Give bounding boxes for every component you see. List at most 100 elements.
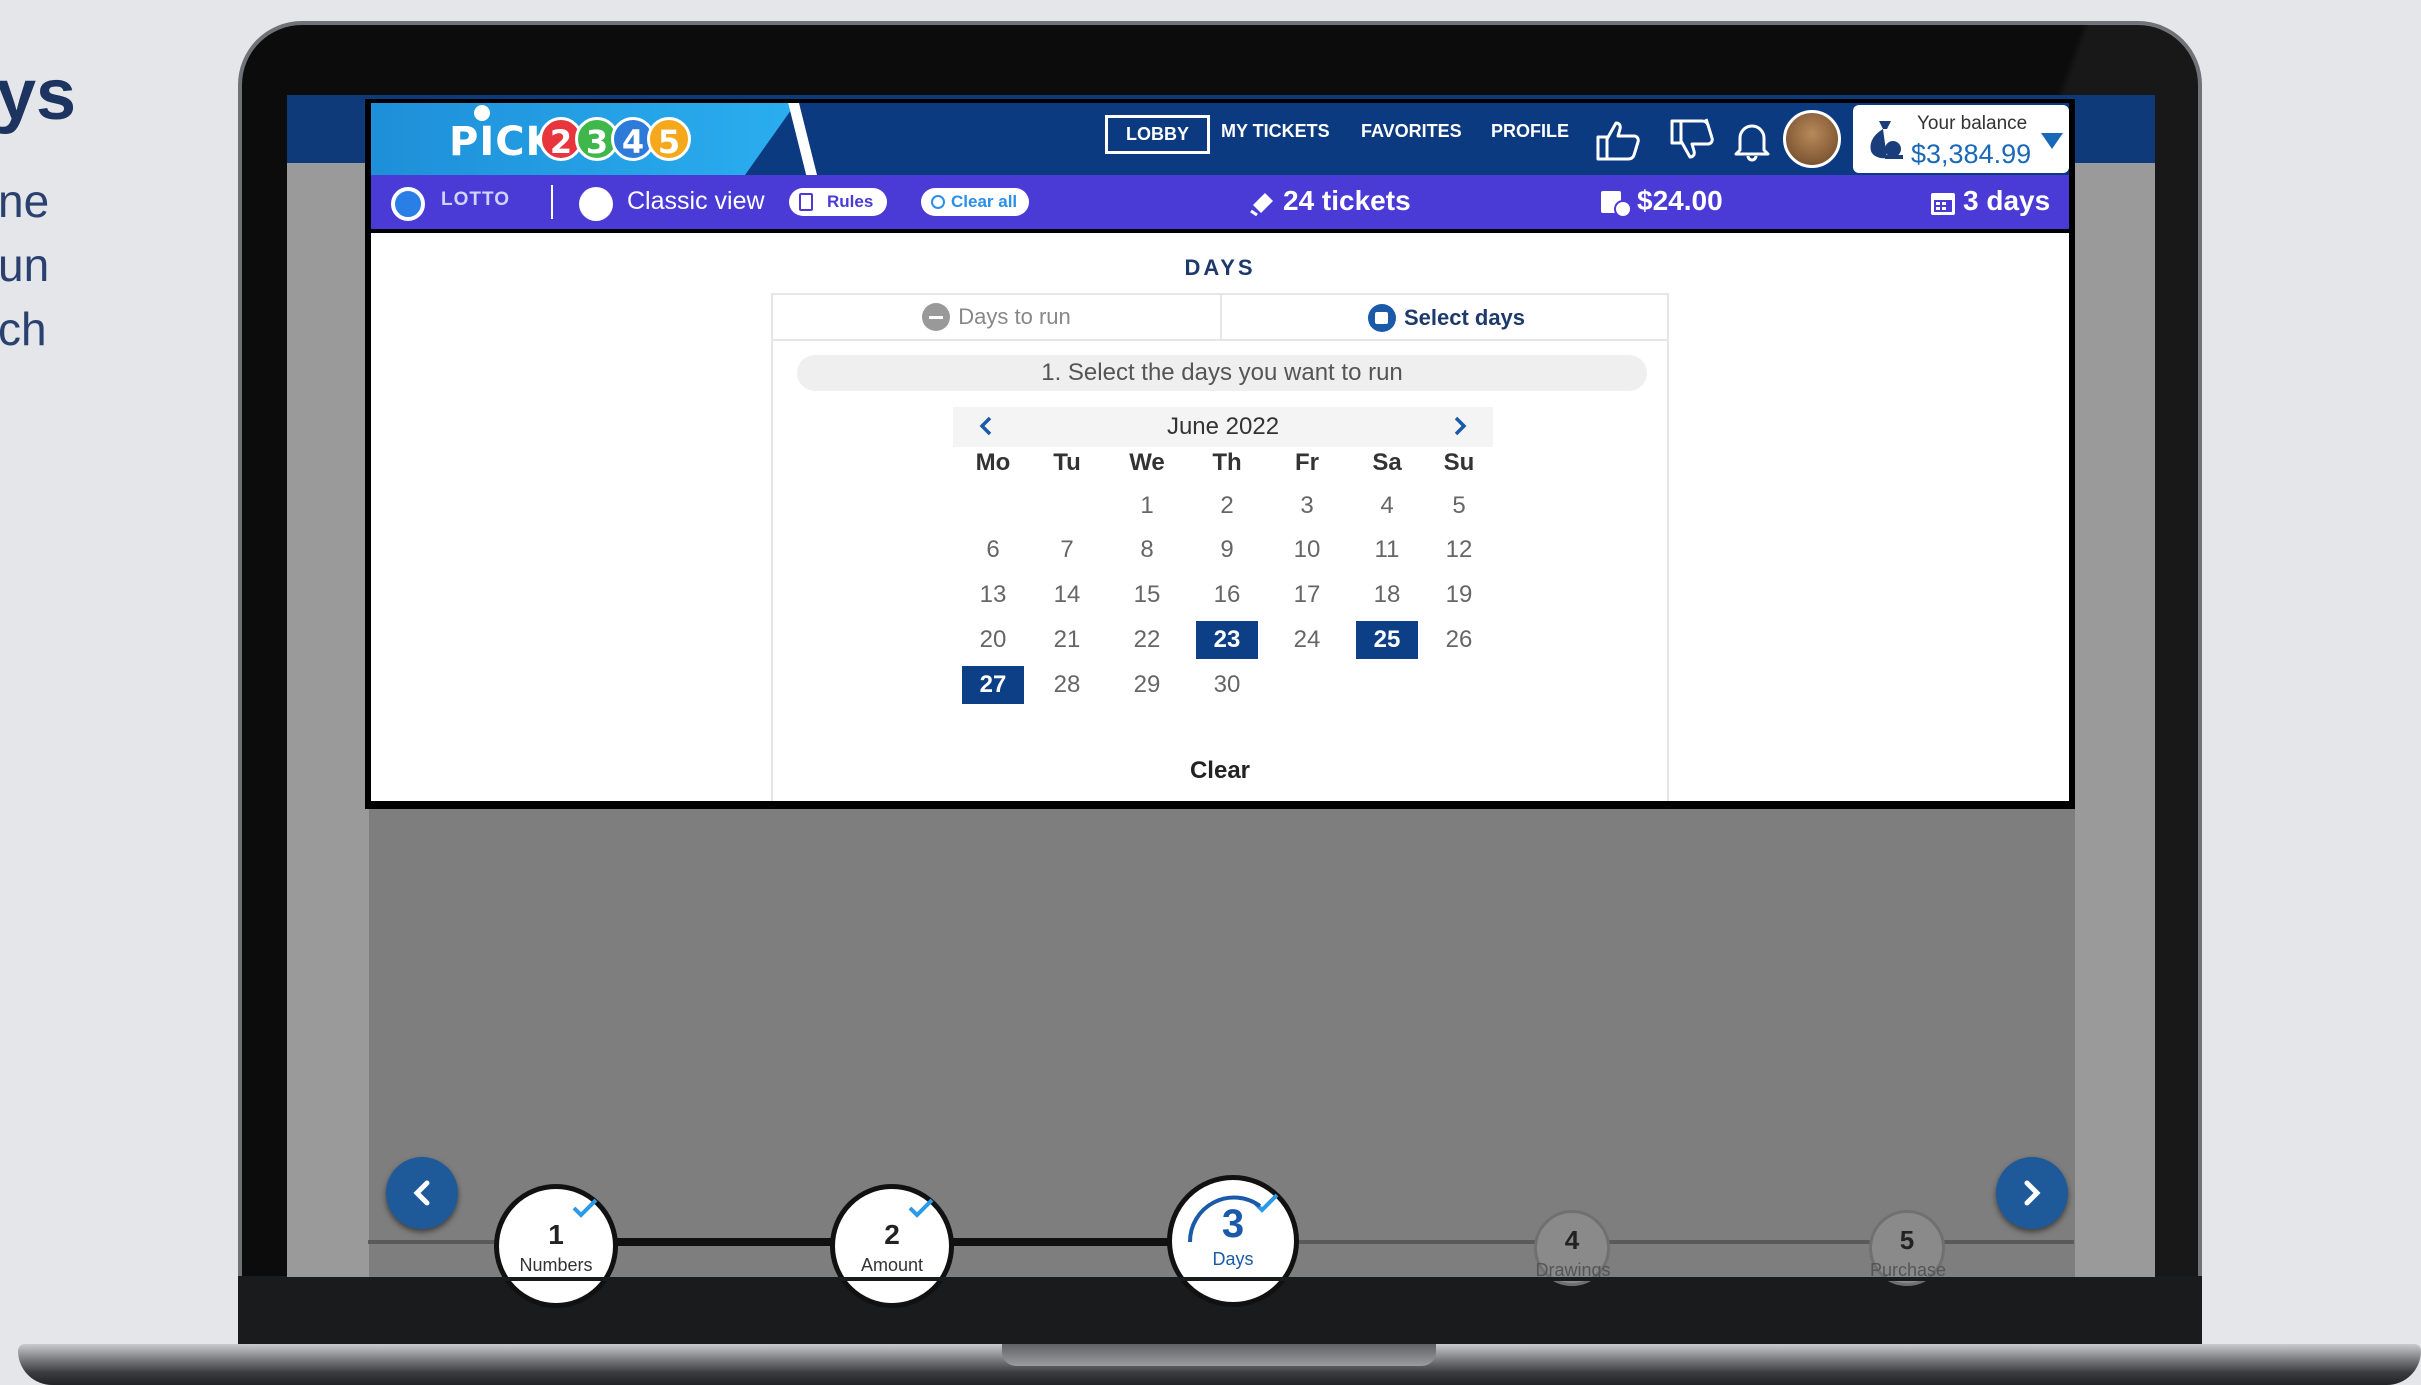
- wizard-step-2-label: Amount: [860, 1255, 924, 1275]
- weekday-sa: Sa: [1372, 449, 1402, 476]
- wizard-step-1[interactable]: 1: [494, 1184, 618, 1308]
- app-window: PICK 2 3 4 5 LOBBY MY TICKETS FAVORITES …: [365, 99, 2075, 809]
- calendar-day-25[interactable]: 25: [1356, 621, 1418, 659]
- calendar-day-30[interactable]: 30: [1196, 666, 1258, 704]
- calendar-day-18[interactable]: 18: [1356, 576, 1418, 614]
- refresh-icon: [931, 195, 945, 209]
- calendar-day-23[interactable]: 23: [1196, 621, 1258, 659]
- calendar-day-8[interactable]: 8: [1116, 531, 1178, 569]
- calendar-day-17[interactable]: 17: [1276, 576, 1338, 614]
- wizard-step-3[interactable]: 3: [1167, 1175, 1299, 1307]
- calendar-day-11[interactable]: 11: [1356, 531, 1418, 569]
- calendar-day-15[interactable]: 15: [1116, 576, 1178, 614]
- calendar-day-10[interactable]: 10: [1276, 531, 1338, 569]
- nav-lobby[interactable]: LOBBY: [1105, 115, 1210, 154]
- tab-days-to-run-label: Days to run: [958, 304, 1071, 329]
- calendar-header: June 2022: [953, 407, 1493, 447]
- chevron-down-icon[interactable]: [2041, 133, 2063, 149]
- calendar-day-20[interactable]: 20: [962, 621, 1024, 659]
- nav-favorites[interactable]: FAVORITES: [1361, 121, 1462, 142]
- nav-my-tickets[interactable]: MY TICKETS: [1221, 121, 1330, 142]
- tab-days-to-run[interactable]: Days to run: [773, 295, 1222, 341]
- side-title: ys: [0, 55, 77, 135]
- select-days-panel: 1. Select the days you want to run June …: [771, 341, 1669, 801]
- side-line-3: ch: [0, 303, 47, 355]
- tickets-count: 24 tickets: [1283, 185, 1411, 216]
- bell-icon[interactable]: [1727, 115, 1777, 165]
- tab-select-days[interactable]: Select days: [1222, 295, 1671, 341]
- weekday-we: We: [1129, 449, 1165, 476]
- divider: [551, 185, 553, 219]
- step-number: 4: [1564, 1225, 1580, 1255]
- lotto-toggle[interactable]: [391, 187, 425, 221]
- days-content: DAYS Days to run Select days 1. Select t…: [371, 233, 2069, 801]
- calendar-day-13[interactable]: 13: [962, 576, 1024, 614]
- weekday-fr: Fr: [1295, 449, 1319, 476]
- clear-all-button[interactable]: Clear all: [921, 188, 1030, 216]
- calendar-day-28[interactable]: 28: [1036, 666, 1098, 704]
- top-navbar: PICK 2 3 4 5 LOBBY MY TICKETS FAVORITES …: [371, 103, 2069, 175]
- calendar-icon: [1929, 189, 1957, 222]
- rules-label: Rules: [827, 192, 874, 211]
- step-number: 5: [1899, 1225, 1915, 1255]
- calendar-day-26[interactable]: 26: [1428, 621, 1490, 659]
- thumbs-down-icon[interactable]: [1667, 115, 1717, 165]
- weekday-mo: Mo: [975, 449, 1011, 476]
- classic-view-label: Classic view: [627, 187, 765, 215]
- calendar-day-1[interactable]: 1: [1116, 487, 1178, 525]
- balance-label: Your balance: [1917, 113, 2028, 134]
- prev-step-button[interactable]: [386, 1157, 458, 1229]
- side-line-2: un: [0, 239, 50, 291]
- calendar-day-27[interactable]: 27: [962, 666, 1024, 704]
- ticket-icon: [1249, 189, 1277, 222]
- calendar-day-14[interactable]: 14: [1036, 576, 1098, 614]
- calendar-day-21[interactable]: 21: [1036, 621, 1098, 659]
- screen-bottom-edge: [287, 1277, 2155, 1281]
- logo-ball-5: 5: [647, 117, 691, 161]
- tab-select-days-label: Select days: [1403, 305, 1526, 330]
- days-tabs: Days to run Select days: [771, 293, 1669, 341]
- classic-view-toggle[interactable]: [579, 187, 613, 221]
- document-icon: [799, 193, 813, 211]
- side-line-1: ne: [0, 175, 50, 227]
- progress-ring-icon: [1187, 1195, 1262, 1243]
- check-icon: [572, 1198, 598, 1218]
- calendar-day-3[interactable]: 3: [1276, 487, 1338, 525]
- rules-button[interactable]: Rules: [789, 188, 888, 216]
- calendar-day-24[interactable]: 24: [1276, 621, 1338, 659]
- instruction-text: 1. Select the days you want to run: [797, 355, 1647, 391]
- calendar-day-12[interactable]: 12: [1428, 531, 1490, 569]
- lotto-label: LOTTO: [441, 189, 511, 210]
- balance-value: $3,384.99: [1911, 139, 2032, 169]
- balance-box[interactable]: Your balance $3,384.99: [1853, 105, 2069, 173]
- calendar-day-7[interactable]: 7: [1036, 531, 1098, 569]
- calendar-day-19[interactable]: 19: [1428, 576, 1490, 614]
- weekday-tu: Tu: [1053, 449, 1081, 476]
- chevron-right-icon[interactable]: [1445, 411, 1475, 441]
- laptop-notch: [1002, 1344, 1436, 1366]
- calendar-day-6[interactable]: 6: [962, 531, 1024, 569]
- page-title: DAYS: [1184, 255, 1256, 280]
- calendar-day-4[interactable]: 4: [1356, 487, 1418, 525]
- calendar-day-29[interactable]: 29: [1116, 666, 1178, 704]
- avatar[interactable]: [1783, 110, 1841, 168]
- wizard-step-2[interactable]: 2: [830, 1184, 954, 1308]
- calendar-day-9[interactable]: 9: [1196, 531, 1258, 569]
- step-number: 1: [548, 1219, 564, 1250]
- ticket-summary-bar: LOTTO Classic view Rules Clear all 24 ti…: [371, 175, 2069, 229]
- calendar-day-16[interactable]: 16: [1196, 576, 1258, 614]
- clear-button[interactable]: Clear: [773, 757, 1667, 785]
- days-count: 3 days: [1963, 185, 2051, 216]
- weekday-th: Th: [1212, 449, 1242, 476]
- calendar-day-5[interactable]: 5: [1428, 487, 1490, 525]
- weekday-su: Su: [1443, 449, 1475, 476]
- calendar-day-22[interactable]: 22: [1116, 621, 1178, 659]
- next-step-button[interactable]: [1996, 1157, 2068, 1229]
- total-amount: $24.00: [1637, 185, 1723, 216]
- cost-icon: [1599, 187, 1632, 224]
- check-icon: [908, 1198, 934, 1218]
- calendar-day-2[interactable]: 2: [1196, 487, 1258, 525]
- wizard-step-1-label: Numbers: [519, 1255, 593, 1275]
- nav-profile[interactable]: PROFILE: [1491, 121, 1569, 142]
- thumbs-up-icon[interactable]: [1593, 115, 1643, 165]
